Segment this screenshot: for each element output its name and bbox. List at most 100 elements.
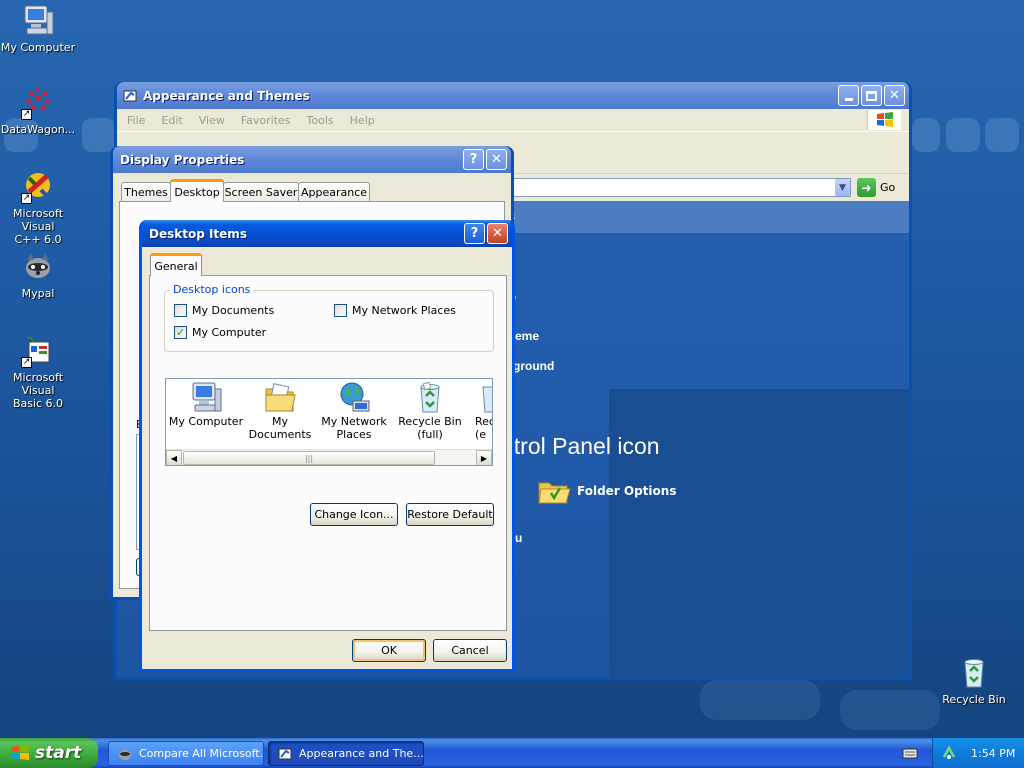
chevron-down-icon: ▼: [839, 182, 846, 193]
close-icon: ✕: [889, 88, 900, 103]
desktop-icon-label: Recycle Bin: [942, 693, 1006, 706]
desktop-icon-label: Basic 6.0: [12, 397, 64, 410]
tab-screen-saver[interactable]: Screen Saver: [223, 182, 299, 202]
visual-basic-icon: ↗: [21, 334, 55, 368]
start-label: start: [35, 743, 82, 763]
close-icon: ✕: [492, 226, 503, 241]
help-button[interactable]: ?: [464, 223, 485, 244]
desktop-icon-recycle-bin[interactable]: Recycle Bin: [934, 656, 1014, 706]
cancel-button[interactable]: Cancel: [433, 639, 507, 662]
tab-themes[interactable]: Themes: [121, 182, 171, 202]
checkbox-label: My Computer: [192, 326, 267, 339]
go-button[interactable]: ➜ Go: [857, 178, 895, 197]
display-properties-titlebar[interactable]: Display Properties ? ✕: [113, 146, 511, 173]
maximize-button[interactable]: [861, 85, 882, 106]
content-fragment: u: [515, 531, 523, 545]
icon-item-label: My Network: [321, 415, 387, 428]
icon-item-recycle-bin-empty[interactable]: Rec (e: [468, 381, 492, 441]
keyboard-icon[interactable]: [902, 746, 918, 760]
appearance-themes-icon: [122, 88, 138, 104]
start-button[interactable]: start: [0, 738, 98, 768]
recycle-bin-full-icon: [413, 381, 447, 415]
task-change-background[interactable]: ground: [513, 359, 554, 373]
scroll-thumb[interactable]: |||: [183, 451, 435, 465]
taskbar: start Compare All Microsoft... Appearanc…: [0, 738, 1024, 768]
computer-icon: [189, 381, 223, 415]
folder-icon: [537, 477, 571, 505]
desktop-items-dialog: Desktop Items ? ✕ General Desktop icons …: [139, 220, 515, 672]
address-dropdown-button[interactable]: ▼: [835, 179, 850, 196]
desktop-icon-visual-basic[interactable]: ↗ Microsoft Visual Basic 6.0: [0, 334, 78, 410]
change-icon-button[interactable]: Change Icon...: [310, 503, 398, 526]
desktop-icon-visual-cpp[interactable]: ↗ Microsoft Visual C++ 6.0: [0, 170, 78, 246]
ok-button[interactable]: OK: [352, 639, 426, 662]
tab-appearance[interactable]: Appearance: [298, 182, 370, 202]
icon-item-label: Recycle Bin: [398, 415, 462, 428]
restore-default-button[interactable]: Restore Default: [406, 503, 494, 526]
desktop-icon-label: Mypal: [21, 287, 55, 300]
minimize-button[interactable]: [838, 85, 859, 106]
datawagon-icon: ↗: [21, 86, 55, 120]
desktop-items-titlebar[interactable]: Desktop Items ? ✕: [142, 220, 512, 247]
desktop-items-title: Desktop Items: [149, 226, 247, 241]
chevron-left-icon: ◀: [170, 453, 178, 463]
checkbox-label: My Network Places: [352, 304, 456, 317]
checkbox-box: [334, 304, 347, 317]
desktop-icon-label: Microsoft Visual: [12, 207, 64, 233]
scroll-right-button[interactable]: ▶: [476, 450, 492, 465]
icon-item-label: My Documents: [248, 415, 312, 441]
recycle-bin-empty-icon: [475, 381, 492, 415]
raccoon-icon: [117, 746, 133, 762]
windows-logo-icon: [867, 110, 901, 130]
desktop-icon-my-computer[interactable]: My Computer: [0, 4, 78, 54]
documents-folder-icon: [263, 381, 297, 415]
tab-desktop[interactable]: Desktop: [170, 179, 224, 202]
help-button[interactable]: ?: [463, 149, 484, 170]
close-button[interactable]: ✕: [487, 223, 508, 244]
checkmark-icon: ✓: [175, 326, 186, 339]
icon-item-recycle-bin-full[interactable]: Recycle Bin (full): [392, 381, 468, 441]
background-decoration: [82, 118, 116, 152]
scroll-left-button[interactable]: ◀: [166, 450, 182, 465]
task-compare-all-microsoft[interactable]: Compare All Microsoft...: [108, 741, 264, 766]
checkbox-my-network-places[interactable]: My Network Places: [334, 304, 456, 317]
menu-view[interactable]: View: [199, 114, 225, 127]
task-label: Appearance and The...: [299, 747, 424, 760]
tab-label: Desktop: [174, 185, 220, 199]
background-decoration: [946, 118, 980, 152]
desktop-icons-group: [164, 290, 494, 352]
explorer-titlebar[interactable]: Appearance and Themes ✕: [117, 82, 909, 109]
menu-file[interactable]: File: [127, 114, 145, 127]
horizontal-scrollbar[interactable]: ◀ ||| ▶: [166, 449, 492, 465]
close-button[interactable]: ✕: [884, 85, 905, 106]
help-icon: ?: [469, 152, 478, 167]
tab-general[interactable]: General: [150, 253, 202, 276]
desktop-icon-datawagon[interactable]: ↗ DataWagon...: [0, 86, 78, 136]
desktop-icon-mypal[interactable]: Mypal: [0, 250, 78, 300]
icon-item-label: Places: [336, 428, 372, 441]
icon-item-my-documents[interactable]: My Documents: [242, 381, 318, 441]
icon-item-label: (full): [417, 428, 443, 441]
clock[interactable]: 1:54 PM: [971, 747, 1015, 760]
task-appearance-and-themes[interactable]: Appearance and The...: [268, 741, 424, 766]
background-decoration: [700, 680, 820, 720]
network-tray-icon[interactable]: [941, 745, 957, 761]
address-input[interactable]: [511, 178, 851, 197]
desktop-icon-label: Microsoft Visual: [12, 371, 64, 397]
go-label: Go: [880, 181, 896, 194]
chevron-right-icon: ▶: [480, 453, 488, 463]
menu-edit[interactable]: Edit: [161, 114, 182, 127]
task-change-theme[interactable]: eme: [515, 329, 539, 343]
folder-options-link[interactable]: Folder Options: [537, 477, 676, 505]
menu-favorites[interactable]: Favorites: [241, 114, 291, 127]
help-icon: ?: [470, 226, 479, 241]
icon-item-my-computer[interactable]: My Computer: [168, 381, 244, 428]
close-button[interactable]: ✕: [486, 149, 507, 170]
checkbox-my-computer[interactable]: ✓ My Computer: [174, 326, 266, 339]
system-tray: 1:54 PM: [932, 738, 1024, 768]
menu-tools[interactable]: Tools: [307, 114, 334, 127]
checkbox-my-documents[interactable]: My Documents: [174, 304, 274, 317]
checkbox-box: [174, 304, 187, 317]
menu-help[interactable]: Help: [350, 114, 375, 127]
icon-item-my-network-places[interactable]: My Network Places: [316, 381, 392, 441]
